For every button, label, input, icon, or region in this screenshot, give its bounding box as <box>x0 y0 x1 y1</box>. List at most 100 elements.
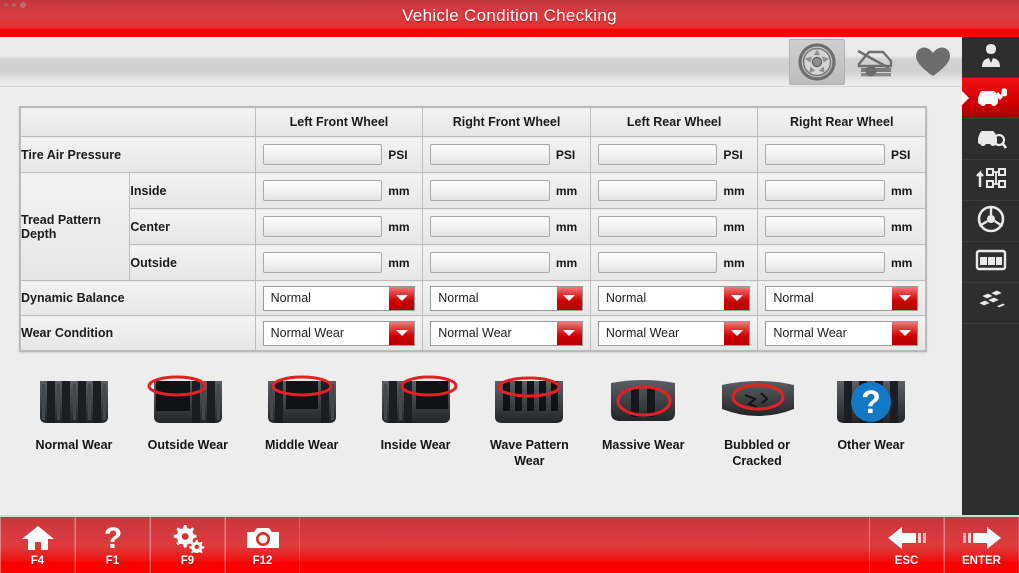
esc-key[interactable]: ESC <box>869 517 944 573</box>
legend-item-inside-wear[interactable]: Inside Wear <box>362 367 470 469</box>
legend-item-wave-pattern-wear[interactable]: Wave Pattern Wear <box>475 367 583 469</box>
chevron-down-icon[interactable] <box>556 321 582 345</box>
legend-caption: Outside Wear <box>147 438 229 452</box>
sidebar-item-repair[interactable] <box>962 78 1019 119</box>
legend-item-outside-wear[interactable]: Outside Wear <box>134 367 242 469</box>
tread-inside-input-right-front[interactable] <box>430 180 550 201</box>
tread-outside-input-left-rear[interactable] <box>597 252 718 273</box>
cell-pressure-left-front: PSI <box>254 136 424 173</box>
legend-item-bubbled-or-cracked[interactable]: Bubbled or Cracked <box>703 367 811 469</box>
toolbar-favorites-button[interactable] <box>905 39 961 85</box>
pressure-input-left-front[interactable] <box>262 144 383 165</box>
unit-mm-center-right-front: mm <box>555 219 578 234</box>
camera-key[interactable]: F12 <box>225 517 300 573</box>
wear-value-left-rear: Normal Wear <box>605 326 680 340</box>
chevron-down-icon[interactable] <box>724 286 750 310</box>
toolbar-car-lift-button[interactable] <box>847 39 903 85</box>
tread-outside-input-left-front[interactable] <box>262 252 383 273</box>
legend-item-other-wear[interactable]: ? Other Wear <box>817 367 925 469</box>
cell-wear-right-front: Normal Wear <box>422 315 591 351</box>
unit-psi-left-rear: PSI <box>723 147 743 162</box>
wear-value-right-rear: Normal Wear <box>773 326 847 340</box>
tread-inside-input-left-front[interactable] <box>262 180 383 201</box>
tread-outside-input-right-rear[interactable] <box>765 252 885 273</box>
settings-key[interactable]: F9 <box>150 517 225 573</box>
cell-tread-inside-left-rear: mm <box>589 172 759 209</box>
table-corner-header <box>20 107 256 137</box>
unit-mm-outside-right-rear: mm <box>891 255 913 270</box>
wear-select-right-rear[interactable]: Normal Wear <box>765 320 918 346</box>
tire-inside-wear-icon <box>362 367 470 429</box>
cell-balance-left-rear: Normal <box>589 280 759 316</box>
column-header-right-front: Right Front Wheel <box>422 107 591 137</box>
unit-mm-center-left-front: mm <box>388 219 410 234</box>
tread-center-input-right-front[interactable] <box>430 216 550 237</box>
unit-mm-inside-right-rear: mm <box>891 183 913 198</box>
unit-mm-center-right-rear: mm <box>891 219 913 234</box>
wear-select-right-front[interactable]: Normal Wear <box>430 320 583 346</box>
chevron-down-icon[interactable] <box>556 286 582 310</box>
chevron-down-icon[interactable] <box>389 286 415 310</box>
chevron-down-icon[interactable] <box>724 321 750 345</box>
sidebar-item-alignment[interactable] <box>962 160 1019 201</box>
unit-mm-inside-left-rear: mm <box>723 183 745 198</box>
toolbar-wheel-button[interactable] <box>789 39 845 85</box>
cell-tread-outside-right-front: mm <box>422 244 591 281</box>
tread-inside-input-left-rear[interactable] <box>597 180 718 201</box>
unit-psi-right-front: PSI <box>555 147 576 162</box>
legend-item-massive-wear[interactable]: Massive Wear <box>589 367 697 469</box>
page-title: Vehicle Condition Checking <box>402 6 617 25</box>
wear-select-left-front[interactable]: Normal Wear <box>262 320 416 346</box>
legend-caption: Middle Wear <box>264 438 339 452</box>
sidebar-item-dashboard[interactable] <box>962 242 1019 283</box>
unit-mm-center-left-rear: mm <box>723 219 745 234</box>
table-row: Tire Air Pressure PSI PSI PSI PSI <box>20 136 926 173</box>
tread-inside-input-right-rear[interactable] <box>765 180 885 201</box>
table-row: Wear Condition Normal Wear Normal Wear N… <box>20 315 926 351</box>
pressure-input-left-rear[interactable] <box>597 144 718 165</box>
wear-select-left-rear[interactable]: Normal Wear <box>597 320 751 346</box>
table-row: Outside mm mm mm mm <box>21 244 926 281</box>
sidebar-item-steering[interactable] <box>962 201 1019 242</box>
chevron-down-icon[interactable] <box>389 321 415 345</box>
tread-center-input-right-rear[interactable] <box>765 216 885 237</box>
tread-outside-input-right-front[interactable] <box>430 252 550 273</box>
column-header-left-front: Left Front Wheel <box>254 107 424 137</box>
unit-mm-inside-left-front: mm <box>388 183 410 198</box>
chevron-down-icon[interactable] <box>892 286 917 310</box>
key-label: ESC <box>894 555 919 567</box>
key-label: F12 <box>252 555 273 567</box>
balance-select-left-front[interactable]: Normal <box>262 285 416 311</box>
tread-center-input-left-rear[interactable] <box>597 216 718 237</box>
sub-label-outside: Outside <box>129 244 256 281</box>
balance-select-right-front[interactable]: Normal <box>430 285 583 311</box>
chevron-down-icon[interactable] <box>892 321 917 345</box>
key-label: F4 <box>30 555 45 567</box>
balance-select-right-rear[interactable]: Normal <box>765 285 918 311</box>
tire-massive-wear-icon <box>589 367 697 429</box>
unit-mm-outside-left-rear: mm <box>723 255 745 270</box>
cell-tread-outside-right-rear: mm <box>757 244 926 281</box>
back-arrow-icon <box>886 523 928 553</box>
legend-item-normal-wear[interactable]: Normal Wear <box>20 367 128 469</box>
forward-arrow-icon <box>961 523 1003 553</box>
dashboard-icon <box>975 248 1007 277</box>
row-label-dynamic-balance: Dynamic Balance <box>20 280 256 316</box>
legend-item-middle-wear[interactable]: Middle Wear <box>248 367 356 469</box>
cell-tread-center-right-front: mm <box>422 208 591 245</box>
help-key[interactable]: ? F1 <box>75 517 150 573</box>
wheel-icon <box>797 42 837 82</box>
sidebar-item-technician[interactable] <box>962 37 1019 78</box>
technician-icon <box>976 40 1006 75</box>
balance-select-left-rear[interactable]: Normal <box>597 285 751 311</box>
sidebar-item-reports[interactable] <box>962 283 1019 324</box>
cell-tread-inside-right-rear: mm <box>757 172 926 209</box>
pressure-input-right-rear[interactable] <box>765 144 885 165</box>
cell-tread-inside-right-front: mm <box>422 172 591 209</box>
home-key[interactable]: F4 <box>0 517 75 573</box>
sidebar-item-inspection[interactable] <box>962 119 1019 160</box>
enter-key[interactable]: ENTER <box>944 517 1019 573</box>
pressure-input-right-front[interactable] <box>430 144 550 165</box>
tire-bubbled-cracked-icon <box>703 367 811 429</box>
tread-center-input-left-front[interactable] <box>262 216 383 237</box>
